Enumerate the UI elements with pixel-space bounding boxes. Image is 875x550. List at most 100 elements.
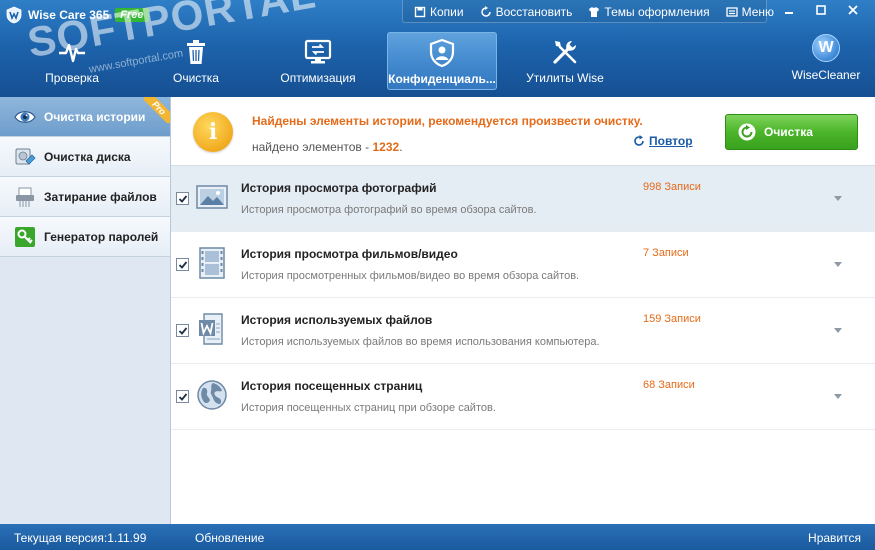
- close-button[interactable]: [837, 0, 869, 20]
- clean-refresh-icon: [738, 123, 756, 141]
- monitor-icon: [304, 39, 332, 64]
- tab-optimization[interactable]: Оптимизация: [266, 32, 370, 90]
- tab-wise-tools-label: Утилиты Wise: [526, 71, 604, 85]
- item-count: 998 Записи: [643, 181, 701, 193]
- word-document-icon: [199, 313, 223, 345]
- tab-privacy[interactable]: Конфиденциаль...: [387, 32, 497, 90]
- tab-wise-tools[interactable]: Утилиты Wise: [513, 32, 617, 90]
- chevron-down-icon[interactable]: [834, 328, 842, 333]
- main-nav: Проверка Очистка Оптимизация Конфиденциа…: [0, 32, 875, 92]
- menu-icon: [725, 7, 738, 17]
- repeat-scan-link[interactable]: Повтор: [633, 134, 693, 148]
- menu-label: Меню: [741, 5, 775, 19]
- restore-menu-item[interactable]: Восстановить: [472, 2, 581, 22]
- disk-eraser-icon: [15, 148, 36, 165]
- list-item[interactable]: История используемых файлов История испо…: [171, 298, 875, 364]
- sidebar-item-history-cleanup[interactable]: Очистка истории Pro: [0, 97, 170, 137]
- like-link[interactable]: Нравится: [808, 531, 861, 545]
- sidebar-item-password-generator[interactable]: Генератор паролей: [0, 217, 170, 257]
- chevron-down-icon[interactable]: [834, 262, 842, 267]
- sidebar: Очистка истории Pro Очистка диска Затира…: [0, 97, 171, 524]
- current-version: Текущая версия:1.11.99: [14, 531, 147, 545]
- backup-icon: [414, 6, 426, 18]
- item-title: История посещенных страниц: [241, 379, 423, 393]
- tab-cleanup[interactable]: Очистка: [144, 32, 248, 90]
- clean-label: Очистка: [764, 125, 813, 139]
- checkmark-icon: [178, 392, 187, 401]
- tab-privacy-label: Конфиденциаль...: [388, 72, 496, 86]
- list-item[interactable]: История просмотра фильмов/видео История …: [171, 232, 875, 298]
- backups-label: Копии: [430, 5, 464, 19]
- globe-icon: [197, 380, 227, 410]
- tab-check[interactable]: Проверка: [20, 32, 124, 90]
- film-icon: [199, 247, 225, 279]
- shield-icon: [429, 38, 455, 68]
- list-item[interactable]: История просмотра фотографий История про…: [171, 166, 875, 232]
- chevron-down-icon[interactable]: [834, 394, 842, 399]
- list-item[interactable]: История посещенных страниц История посещ…: [171, 364, 875, 430]
- items-found-count: 1232: [372, 140, 400, 154]
- item-count: 159 Записи: [643, 313, 701, 325]
- sidebar-item-label: Генератор паролей: [44, 229, 159, 244]
- item-checkbox[interactable]: [176, 258, 189, 271]
- app-title: Wise Care 365 Free: [6, 5, 149, 25]
- checkmark-icon: [178, 260, 187, 269]
- photo-icon: [196, 185, 228, 209]
- wisecleaner-logo[interactable]: W WiseCleaner: [791, 34, 861, 82]
- notice-count: найдено элементов - 1232.: [252, 140, 403, 154]
- item-description: История используемых файлов во время исп…: [241, 336, 600, 348]
- key-icon: [15, 226, 35, 247]
- title-bar-header: Wise Care 365 Free SOFTPORTAL www.softpo…: [0, 0, 875, 97]
- item-checkbox[interactable]: [176, 390, 189, 403]
- sidebar-item-file-shredder[interactable]: Затирание файлов: [0, 177, 170, 217]
- refresh-icon: [634, 135, 644, 146]
- sidebar-item-label: Затирание файлов: [44, 189, 157, 204]
- status-bar: Текущая версия:1.11.99 Обновление Нравит…: [0, 524, 875, 550]
- item-count: 7 Записи: [643, 247, 689, 259]
- restore-label: Восстановить: [495, 5, 573, 19]
- info-icon: i: [193, 112, 233, 152]
- sidebar-item-disk-cleanup[interactable]: Очистка диска: [0, 137, 170, 177]
- backups-menu-item[interactable]: Копии: [406, 2, 472, 22]
- themes-label: Темы оформления: [604, 5, 710, 19]
- item-title: История просмотра фотографий: [241, 181, 437, 195]
- app-logo-icon: [6, 6, 22, 24]
- tools-icon: [553, 41, 577, 64]
- minimize-icon: [785, 12, 793, 14]
- item-title: История просмотра фильмов/видео: [241, 247, 458, 261]
- item-description: История посещенных страниц при обзоре са…: [241, 402, 496, 414]
- sidebar-item-label: Очистка диска: [44, 149, 131, 164]
- maximize-icon: [816, 5, 826, 15]
- shredder-icon: [16, 187, 34, 207]
- item-checkbox[interactable]: [176, 324, 189, 337]
- themes-menu-item[interactable]: Темы оформления: [580, 2, 717, 22]
- notice-title: Найдены элементы истории, рекомендуется …: [252, 114, 643, 128]
- item-title: История используемых файлов: [241, 313, 433, 327]
- eye-icon: [14, 110, 36, 123]
- pulse-icon: [59, 43, 85, 63]
- sidebar-item-label: Очистка истории: [44, 109, 146, 124]
- tab-optimization-label: Оптимизация: [280, 71, 356, 85]
- trash-icon: [187, 40, 205, 64]
- tab-check-label: Проверка: [45, 71, 99, 85]
- pro-badge: Pro: [144, 97, 170, 123]
- scan-result-notice: i Найдены элементы истории, рекомендуетс…: [171, 97, 875, 166]
- tshirt-icon: [589, 7, 600, 17]
- tab-cleanup-label: Очистка: [173, 71, 219, 85]
- update-link[interactable]: Обновление: [195, 531, 264, 545]
- repeat-label: Повтор: [649, 134, 693, 148]
- window-controls: [773, 0, 869, 20]
- minimize-button[interactable]: [773, 0, 805, 20]
- item-checkbox[interactable]: [176, 192, 189, 205]
- item-description: История просмотренных фильмов/видео во в…: [241, 270, 580, 282]
- wisecleaner-label: WiseCleaner: [791, 68, 861, 82]
- checkmark-icon: [178, 326, 187, 335]
- chevron-down-icon[interactable]: [834, 196, 842, 201]
- app-name: Wise Care 365: [28, 8, 110, 22]
- history-items-list: История просмотра фотографий История про…: [171, 166, 875, 430]
- maximize-button[interactable]: [805, 0, 837, 20]
- clean-button[interactable]: Очистка: [725, 114, 858, 150]
- top-menu: Копии Восстановить Темы оформления Меню: [406, 2, 782, 22]
- close-icon: [848, 5, 858, 15]
- item-description: История просмотра фотографий во время об…: [241, 204, 537, 216]
